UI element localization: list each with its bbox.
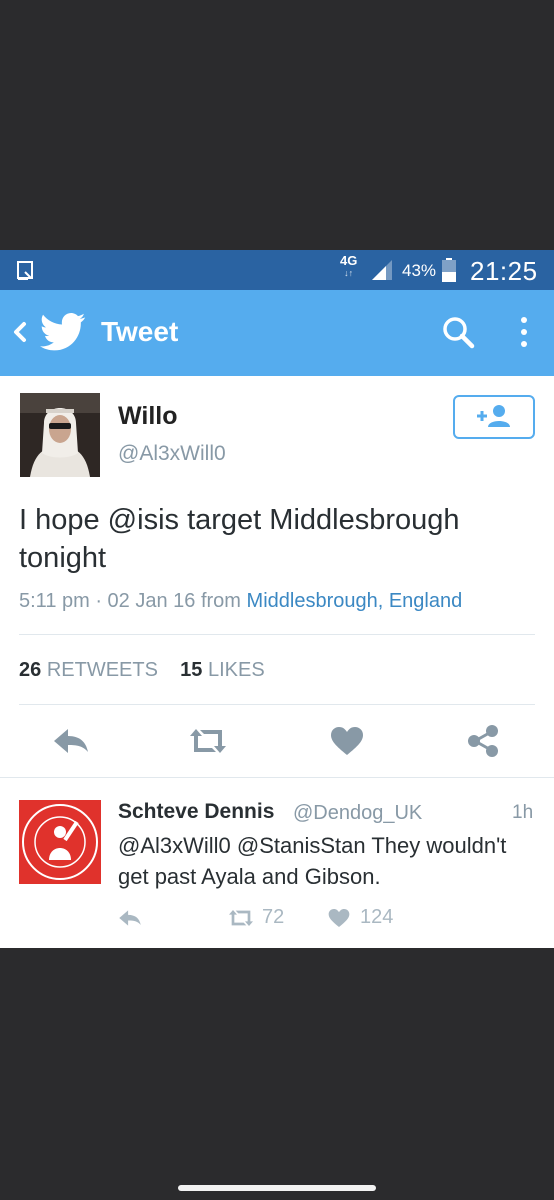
reply-icon[interactable] <box>118 908 142 928</box>
reply-like-count: 124 <box>360 906 394 928</box>
tweet-text: I hope @isis target Middlesbrough tonigh… <box>19 504 460 574</box>
tweet-stats: 26 RETWEETS 15 LIKES <box>19 659 265 682</box>
page-title: Tweet <box>101 316 179 347</box>
reply-author-name[interactable]: Schteve Dennis <box>118 800 274 824</box>
tweet-location-link[interactable]: Middlesbrough, England <box>247 590 463 612</box>
screenshot-notification-icon <box>17 261 33 280</box>
like-label[interactable]: LIKES <box>208 659 265 681</box>
retweet-count[interactable]: 26 <box>19 659 41 681</box>
share-icon[interactable] <box>466 724 500 758</box>
reply-tweet[interactable]: Schteve Dennis @Dendog_UK 1h @Al3xWill0 … <box>0 778 554 948</box>
network-indicator: 4G ↓↑ <box>340 253 358 278</box>
tweet-author-name[interactable]: Willo <box>118 402 178 431</box>
reply-author-handle[interactable]: @Dendog_UK <box>293 802 422 825</box>
tweet-meta: 5:11 pm · 02 Jan 16 from Middlesbrough, … <box>19 590 462 613</box>
clock: 21:25 <box>470 256 538 286</box>
reply-avatar[interactable] <box>19 800 101 884</box>
divider <box>19 704 535 705</box>
reply-text: @Al3xWill0 @StanisStan They wouldn't get… <box>118 833 507 889</box>
search-icon[interactable] <box>440 314 476 350</box>
home-indicator[interactable] <box>178 1185 376 1191</box>
overflow-menu-icon[interactable] <box>518 314 530 350</box>
battery-percent: 43% <box>402 261 437 280</box>
tweet-detail: Willo @Al3xWill0 I hope @isis target Mid… <box>0 376 554 948</box>
signal-icon <box>372 260 392 280</box>
tweet-timestamp: 5:11 pm · 02 Jan 16 from <box>19 590 247 612</box>
status-bar: 4G ↓↑ 43% 21:25 <box>0 250 554 290</box>
battery-icon <box>442 258 456 282</box>
like-count[interactable]: 15 <box>180 659 202 681</box>
twitter-bird-icon[interactable] <box>40 312 86 352</box>
retweet-icon[interactable] <box>226 908 256 928</box>
app-bar: Tweet <box>0 290 554 376</box>
back-chevron-icon[interactable] <box>10 316 30 348</box>
tweet-author-handle[interactable]: @Al3xWill0 <box>118 442 226 466</box>
add-user-icon <box>477 405 510 427</box>
retweet-label[interactable]: RETWEETS <box>47 659 158 681</box>
heart-icon[interactable] <box>330 726 364 756</box>
reply-icon[interactable] <box>52 726 90 756</box>
follow-button[interactable] <box>453 395 535 439</box>
divider <box>19 634 535 635</box>
retweet-icon[interactable] <box>186 726 230 756</box>
avatar[interactable] <box>20 393 100 477</box>
reply-retweet-count: 72 <box>262 906 285 928</box>
heart-icon[interactable] <box>328 908 350 928</box>
reply-timestamp: 1h <box>512 802 534 823</box>
